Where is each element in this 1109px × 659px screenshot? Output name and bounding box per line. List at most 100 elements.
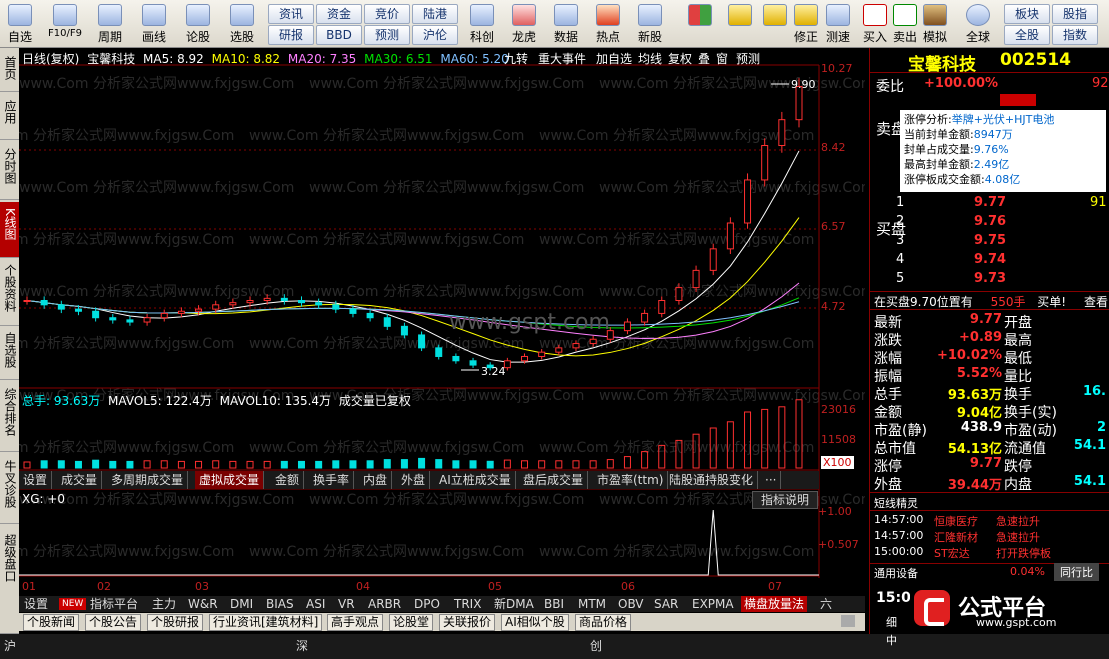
elf-stock[interactable]: 汇隆新材 [934,529,978,545]
indicator-arbr[interactable]: ARBR [365,596,404,612]
elf-stock[interactable]: 恒康医疗 [934,513,978,529]
news-tab-announcements[interactable]: 个股公告 [85,614,142,631]
news-tab-stock-news[interactable]: 个股新闻 [23,614,80,631]
favorites-button[interactable]: 自选 [0,0,40,47]
tab-apps[interactable]: 应用 [0,94,19,140]
capital-button[interactable]: 资金 [316,4,362,24]
sector-button[interactable]: 板块 [1004,4,1050,24]
subtab-volume[interactable]: 成交量 [57,471,103,489]
bottom-tab-detail[interactable]: 细 [886,614,897,630]
research-button[interactable]: 研报 [268,25,314,45]
subtab-outer[interactable]: 外盘 [397,471,431,489]
tab-ranking[interactable]: 综合排名 [0,382,19,452]
f10-button[interactable]: F10/F9 [42,0,88,47]
queue-alert[interactable]: 在买盘9.70位置有 550手 买单! 查看 [874,293,1108,310]
subtab-turnover[interactable]: 换手率 [309,471,355,489]
tab-kline[interactable]: K线图 [0,202,19,258]
stock-screen-button[interactable]: 选股 [222,0,262,47]
up-down-button[interactable] [760,0,790,47]
elf-stock[interactable]: ST宏达 [934,545,970,561]
indicator-mtm[interactable]: MTM [575,596,609,612]
indicator-dpo[interactable]: DPO [411,596,443,612]
tab-intraday[interactable]: 分时图 [0,142,19,200]
tab-diagnosis[interactable]: 牛叉诊股 [0,454,19,524]
period-button[interactable]: 周期 [90,0,130,47]
simulate-button[interactable]: 模拟 [920,0,950,47]
hk-connect-button[interactable]: 陆港 [412,4,458,24]
star-market-button[interactable]: 科创 [462,0,502,47]
draw-line-button[interactable]: 画线 [134,0,174,47]
indicator-sideways-volume[interactable]: 横盘放量法 [741,596,808,612]
kline-chart[interactable]: www.Com 分析家公式网www.fxjgsw.Com www.Com 分析家公… [19,48,865,596]
collapse-icon[interactable] [1000,94,1036,106]
subtab-settings[interactable]: 设置 [19,471,53,489]
tab-add-watchlist[interactable]: 加自选 [596,50,632,66]
indicator-settings[interactable]: 设置 [21,596,51,612]
tab-ma[interactable]: 均线 [638,50,662,66]
sell-button[interactable]: 卖出 [890,0,920,47]
subtab-amount[interactable]: 金额 [271,471,305,489]
indicator-dmi[interactable]: DMI [227,596,256,612]
indicator-asi[interactable]: ASI [303,596,328,612]
indicator-obv[interactable]: OBV [615,596,647,612]
indicator-expma[interactable]: EXPMA [689,596,737,612]
all-stocks-button[interactable]: 全股 [1004,25,1050,45]
subtab-hk-holdings[interactable]: 陆股通持股变化 [665,471,759,489]
auction-button[interactable]: 竞价 [364,4,410,24]
indicator-wr[interactable]: W&R [185,596,221,612]
tab-adjust[interactable]: 复权 [668,50,692,66]
subtab-ai-volume[interactable]: AI立桩成交量 [435,471,516,489]
tab-watchlist[interactable]: 自选股 [0,328,19,380]
subtab-afterhours-volume[interactable]: 盘后成交量 [519,471,589,489]
correct-button[interactable]: 修正 [790,0,822,47]
ipo-button[interactable]: 新股 [630,0,670,47]
indicator-sar[interactable]: SAR [651,596,681,612]
layout-button[interactable] [680,0,720,47]
tab-home[interactable]: 首页 [0,48,19,92]
sh-london-button[interactable]: 沪伦 [412,25,458,45]
news-tab-ai-similar[interactable]: AI相似个股 [501,614,569,631]
news-tab-related-quotes[interactable]: 关联报价 [439,614,496,631]
tab-major-events[interactable]: 重大事件 [538,50,586,66]
dragon-tiger-button[interactable]: 龙虎 [504,0,544,47]
news-tab-expert-views[interactable]: 高手观点 [327,614,384,631]
news-tab-commodities[interactable]: 商品价格 [575,614,632,631]
tab-overlay[interactable]: 叠 [698,50,710,66]
buy-button[interactable]: 买入 [860,0,890,47]
indicator-platform[interactable]: 指标平台 [87,596,141,612]
subtab-pe-ttm[interactable]: 市盈率(ttm) [593,471,669,489]
news-button[interactable]: 资讯 [268,4,314,24]
indicator-main[interactable]: 主力 [149,596,179,612]
news-tab-industry[interactable]: 行业资讯[建筑材料] [209,614,323,631]
data-button[interactable]: 数据 [546,0,586,47]
indicator-vr[interactable]: VR [335,596,358,612]
forecast-button[interactable]: 预测 [364,25,410,45]
subtab-more[interactable]: ··· [761,471,782,489]
index-button[interactable]: 指数 [1052,25,1098,45]
speed-test-button[interactable]: 测速 [822,0,854,47]
tab-window[interactable]: 窗 [716,50,728,66]
indicator-bias[interactable]: BIAS [263,596,297,612]
news-tab-forum[interactable]: 论股堂 [389,614,434,631]
bbd-button[interactable]: BBD [316,25,362,45]
bottom-tab-mid[interactable]: 中 [886,632,897,648]
tab-super-orderbook[interactable]: 超级盘口 [0,526,19,634]
indicator-new-dma[interactable]: 新DMA [491,596,537,612]
tab-nine-turn[interactable]: 九转 [504,50,528,66]
peer-rank-button[interactable]: 同行比 [1054,563,1099,581]
stock-forum-button[interactable]: 论股 [178,0,218,47]
subtab-virtual-volume[interactable]: 虚拟成交量 [195,471,265,489]
indicator-bbi[interactable]: BBI [541,596,567,612]
news-tab-research[interactable]: 个股研报 [147,614,204,631]
subtab-multi-period-volume[interactable]: 多周期成交量 [107,471,189,489]
global-button[interactable]: 全球 [958,0,998,47]
news-bar-collapse[interactable] [841,615,855,627]
subtab-inner[interactable]: 内盘 [359,471,393,489]
indicator-trix[interactable]: TRIX [451,596,484,612]
stock-index-button[interactable]: 股指 [1052,4,1098,24]
tab-forecast[interactable]: 预测 [736,50,760,66]
back-button[interactable] [722,0,758,47]
indicator-more[interactable]: 六 [817,596,835,612]
tab-stock-profile[interactable]: 个股资料 [0,260,19,326]
indicator-help-button[interactable]: 指标说明 [752,491,819,509]
